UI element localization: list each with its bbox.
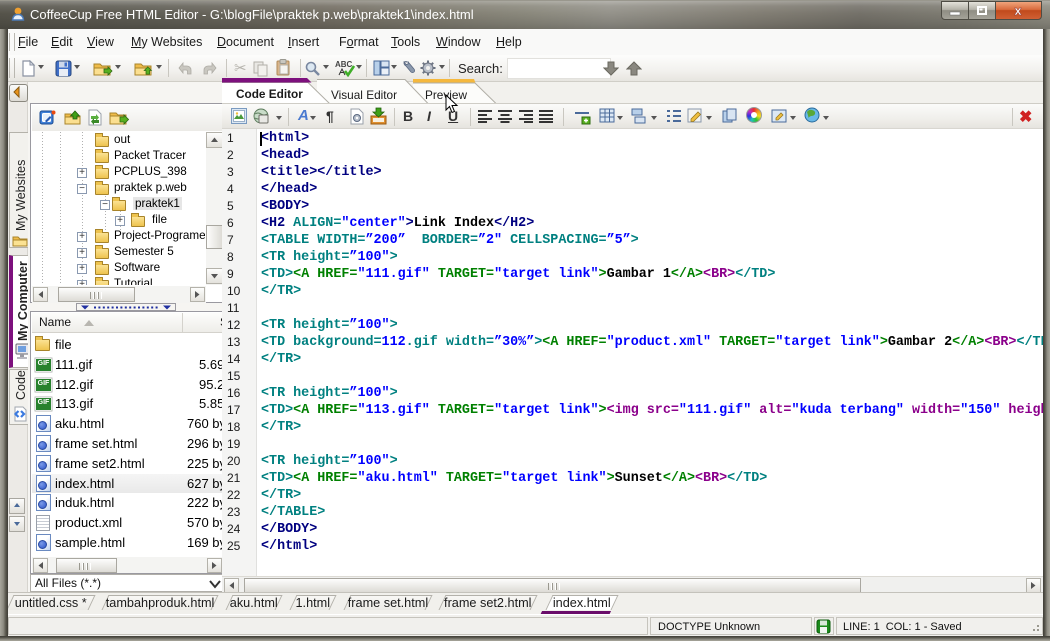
svg-text:x: x [1014, 3, 1022, 18]
svg-text:ABC: ABC [335, 60, 353, 69]
